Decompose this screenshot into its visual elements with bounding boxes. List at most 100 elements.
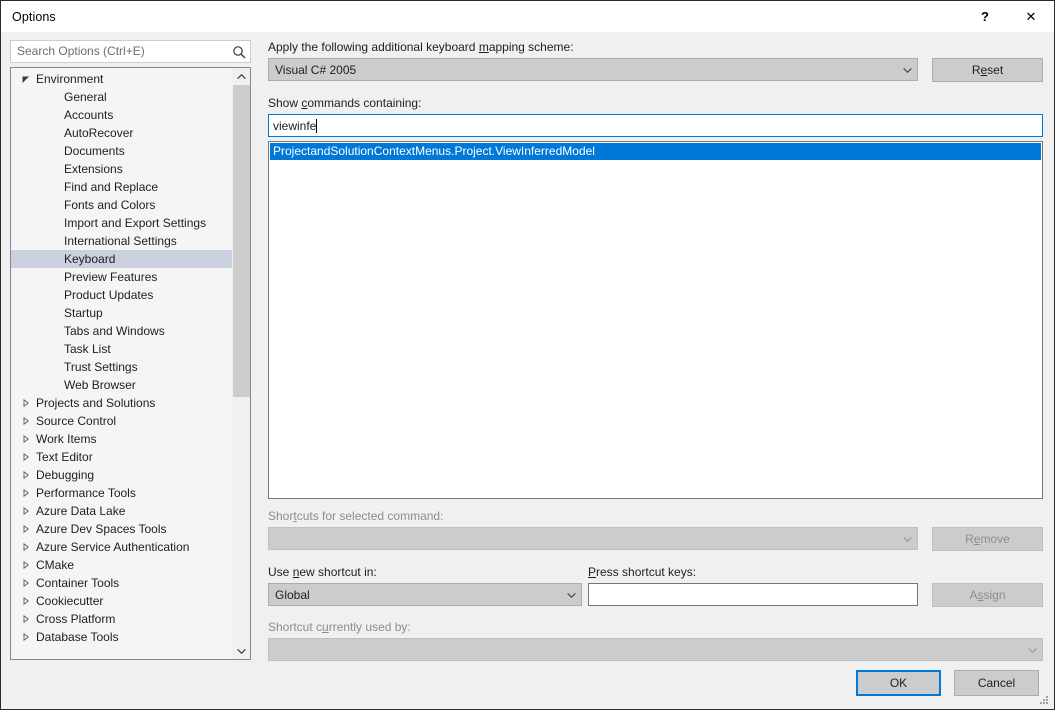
tree-collapsed-icon[interactable] — [21, 435, 36, 443]
tree-collapsed-icon[interactable] — [21, 453, 36, 461]
search-input[interactable] — [11, 41, 228, 62]
tree-item-cookiecutter[interactable]: Cookiecutter — [11, 592, 233, 610]
tree-item-cross-platform[interactable]: Cross Platform — [11, 610, 233, 628]
tree-item-label: Projects and Solutions — [36, 394, 155, 412]
tree-item-label: Trust Settings — [36, 358, 138, 376]
tree-item-performance-tools[interactable]: Performance Tools — [11, 484, 233, 502]
shortcuts-combo — [268, 527, 918, 550]
shortcuts-for-command-label: Shortcuts for selected command: — [268, 509, 1043, 524]
mapping-scheme-row: Visual C# 2005 Reset — [268, 58, 1043, 82]
tree-scrollbar-thumb[interactable] — [233, 85, 250, 397]
tree-collapsed-icon[interactable] — [21, 615, 36, 623]
tree-collapsed-icon[interactable] — [21, 489, 36, 497]
tree-item-import-and-export-settings[interactable]: Import and Export Settings — [11, 214, 233, 232]
reset-button[interactable]: Reset — [932, 58, 1043, 82]
tree-item-tabs-and-windows[interactable]: Tabs and Windows — [11, 322, 233, 340]
search-box[interactable] — [10, 40, 251, 63]
tree-item-label: International Settings — [36, 232, 177, 250]
tree-item-fonts-and-colors[interactable]: Fonts and Colors — [11, 196, 233, 214]
tree-item-container-tools[interactable]: Container Tools — [11, 574, 233, 592]
tree-item-documents[interactable]: Documents — [11, 142, 233, 160]
tree-item-work-items[interactable]: Work Items — [11, 430, 233, 448]
tree-collapsed-icon[interactable] — [21, 597, 36, 605]
tree-item-label: AutoRecover — [36, 124, 133, 142]
resize-grip-icon[interactable] — [1038, 694, 1050, 706]
tree-item-database-tools[interactable]: Database Tools — [11, 628, 233, 646]
tree-item-label: Extensions — [36, 160, 123, 178]
keyboard-options-pane: Apply the following additional keyboard … — [268, 40, 1043, 661]
presskeys-label-accel: P — [588, 565, 596, 579]
tree-item-extensions[interactable]: Extensions — [11, 160, 233, 178]
tree-collapsed-icon[interactable] — [21, 543, 36, 551]
mapping-scheme-combo[interactable]: Visual C# 2005 — [268, 58, 918, 81]
use-new-shortcut-value: Global — [269, 588, 562, 602]
tree-item-label: Performance Tools — [36, 484, 136, 502]
scroll-up-icon[interactable] — [233, 68, 250, 85]
scope-label-pre: Use — [268, 565, 293, 579]
options-tree[interactable]: EnvironmentGeneralAccountsAutoRecoverDoc… — [10, 67, 251, 660]
tree-item-label: Accounts — [36, 106, 113, 124]
tree-collapsed-icon[interactable] — [21, 417, 36, 425]
cancel-button[interactable]: Cancel — [954, 670, 1039, 696]
tree-item-autorecover[interactable]: AutoRecover — [11, 124, 233, 142]
tree-item-accounts[interactable]: Accounts — [11, 106, 233, 124]
tree-item-general[interactable]: General — [11, 88, 233, 106]
show-commands-label: Show commands containing: — [268, 96, 1043, 111]
tree-item-international-settings[interactable]: International Settings — [11, 232, 233, 250]
tree-item-label: Cross Platform — [36, 610, 115, 628]
tree-item-trust-settings[interactable]: Trust Settings — [11, 358, 233, 376]
scroll-down-icon[interactable] — [233, 642, 250, 659]
tree-collapsed-icon[interactable] — [21, 561, 36, 569]
remove-button: Remove — [932, 527, 1043, 551]
tree-item-environment[interactable]: Environment — [11, 70, 233, 88]
tree-item-web-browser[interactable]: Web Browser — [11, 376, 233, 394]
tree-item-find-and-replace[interactable]: Find and Replace — [11, 178, 233, 196]
tree-item-label: Azure Data Lake — [36, 502, 125, 520]
options-tree-list: EnvironmentGeneralAccountsAutoRecoverDoc… — [11, 68, 233, 646]
tree-item-text-editor[interactable]: Text Editor — [11, 448, 233, 466]
tree-item-preview-features[interactable]: Preview Features — [11, 268, 233, 286]
tree-collapsed-icon[interactable] — [21, 633, 36, 641]
search-icon[interactable] — [228, 41, 250, 62]
remove-label-pre: R — [965, 532, 974, 546]
tree-item-label: Web Browser — [36, 376, 136, 394]
use-new-shortcut-combo[interactable]: Global — [268, 583, 582, 606]
commands-listbox[interactable]: ProjectandSolutionContextMenus.Project.V… — [268, 141, 1043, 499]
tree-collapsed-icon[interactable] — [21, 579, 36, 587]
tree-item-keyboard[interactable]: Keyboard — [11, 250, 233, 268]
presskeys-label-post: ress shortcut keys: — [596, 565, 696, 579]
scope-label-post: ew shortcut in: — [299, 565, 376, 579]
show-commands-input[interactable]: viewinfe — [268, 114, 1043, 137]
scope-and-keys-row: Global Assign — [268, 583, 1043, 607]
tree-item-azure-data-lake[interactable]: Azure Data Lake — [11, 502, 233, 520]
tree-item-azure-service-authentication[interactable]: Azure Service Authentication — [11, 538, 233, 556]
tree-collapsed-icon[interactable] — [21, 399, 36, 407]
tree-collapsed-icon[interactable] — [21, 471, 36, 479]
ok-button[interactable]: OK — [856, 670, 941, 696]
tree-item-cmake[interactable]: CMake — [11, 556, 233, 574]
chevron-down-icon[interactable] — [898, 67, 917, 73]
help-icon[interactable]: ? — [962, 1, 1008, 32]
scope-and-keys-labels-row: Use new shortcut in: Press shortcut keys… — [268, 565, 1043, 583]
press-shortcut-keys-input[interactable] — [588, 583, 918, 606]
tree-item-projects-and-solutions[interactable]: Projects and Solutions — [11, 394, 233, 412]
tree-scrollbar[interactable] — [232, 68, 250, 659]
tree-item-source-control[interactable]: Source Control — [11, 412, 233, 430]
tree-collapsed-icon[interactable] — [21, 507, 36, 515]
remove-label-accel: e — [974, 532, 981, 546]
tree-item-task-list[interactable]: Task List — [11, 340, 233, 358]
tree-item-azure-dev-spaces-tools[interactable]: Azure Dev Spaces Tools — [11, 520, 233, 538]
dialog-content: EnvironmentGeneralAccountsAutoRecoverDoc… — [1, 32, 1054, 709]
command-list-item[interactable]: ProjectandSolutionContextMenus.Project.V… — [270, 143, 1041, 160]
tree-expanded-icon[interactable] — [21, 75, 36, 83]
tree-item-startup[interactable]: Startup — [11, 304, 233, 322]
currently-used-by-label: Shortcut currently used by: — [268, 620, 1043, 635]
chevron-down-icon[interactable] — [562, 592, 581, 598]
tree-item-debugging[interactable]: Debugging — [11, 466, 233, 484]
remove-label-post: move — [981, 532, 1010, 546]
show-commands-label-pre: Show — [268, 96, 301, 110]
tree-item-product-updates[interactable]: Product Updates — [11, 286, 233, 304]
close-icon[interactable]: ✕ — [1008, 1, 1054, 32]
tree-collapsed-icon[interactable] — [21, 525, 36, 533]
usedby-label-accel: u — [322, 620, 329, 634]
